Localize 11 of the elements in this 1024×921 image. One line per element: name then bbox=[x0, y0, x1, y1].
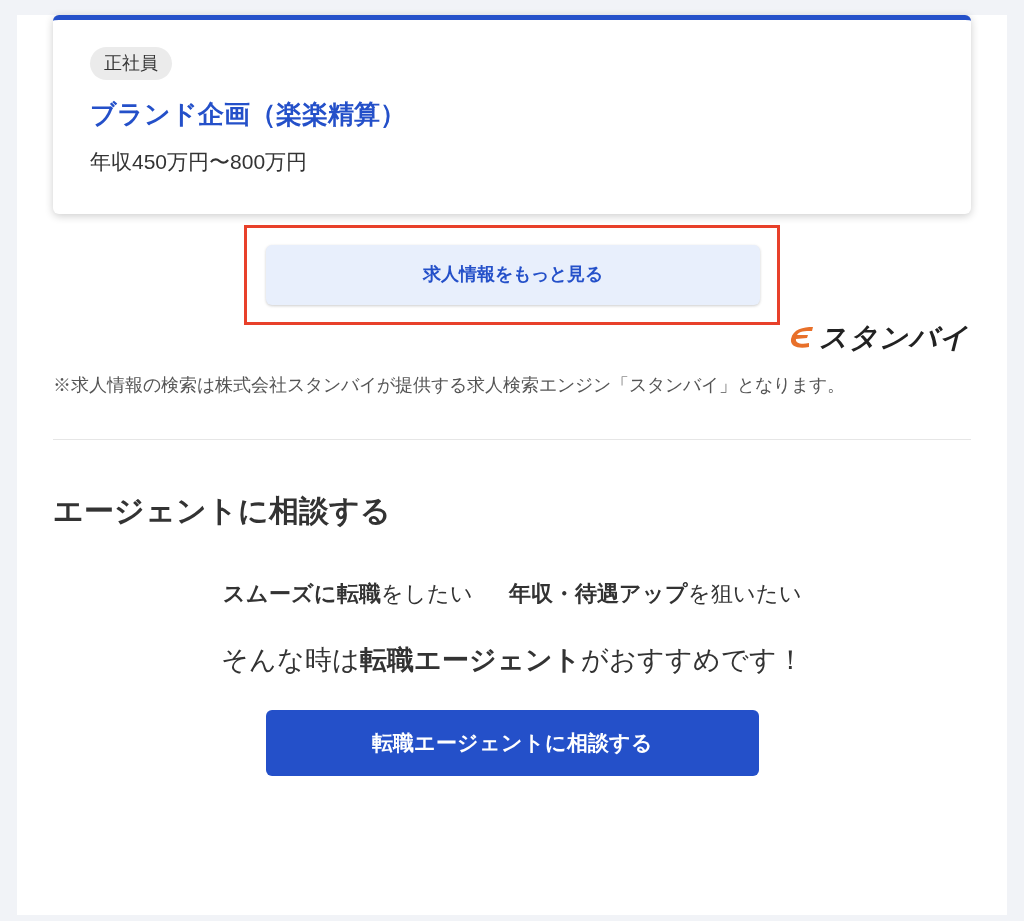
note-text: ※求人情報の検索は株式会社スタンバイが提供する求人検索エンジン「スタンバイ」となります。 bbox=[53, 373, 846, 397]
lead-text: そんな時は転職エージェントがおすすめです！ bbox=[219, 643, 805, 677]
salary-text: 年収450万円〜800万円 bbox=[90, 149, 309, 175]
section-heading: エージェントに相談する bbox=[53, 492, 392, 529]
highlight-phrase: 年収・待遇アップを狙いたい bbox=[508, 579, 802, 608]
highlight-phrase: スムーズに転職をしたい bbox=[222, 579, 473, 608]
employment-tag: 正社員 bbox=[90, 47, 172, 80]
consult-agent-button[interactable]: 転職エージェントに相談する bbox=[265, 710, 759, 776]
more-jobs-button[interactable]: 求人情報をもっと見る bbox=[266, 244, 760, 305]
logo-text: スタンバイ bbox=[819, 320, 969, 355]
job-title[interactable]: ブランド企画（楽楽精算） bbox=[90, 95, 934, 134]
